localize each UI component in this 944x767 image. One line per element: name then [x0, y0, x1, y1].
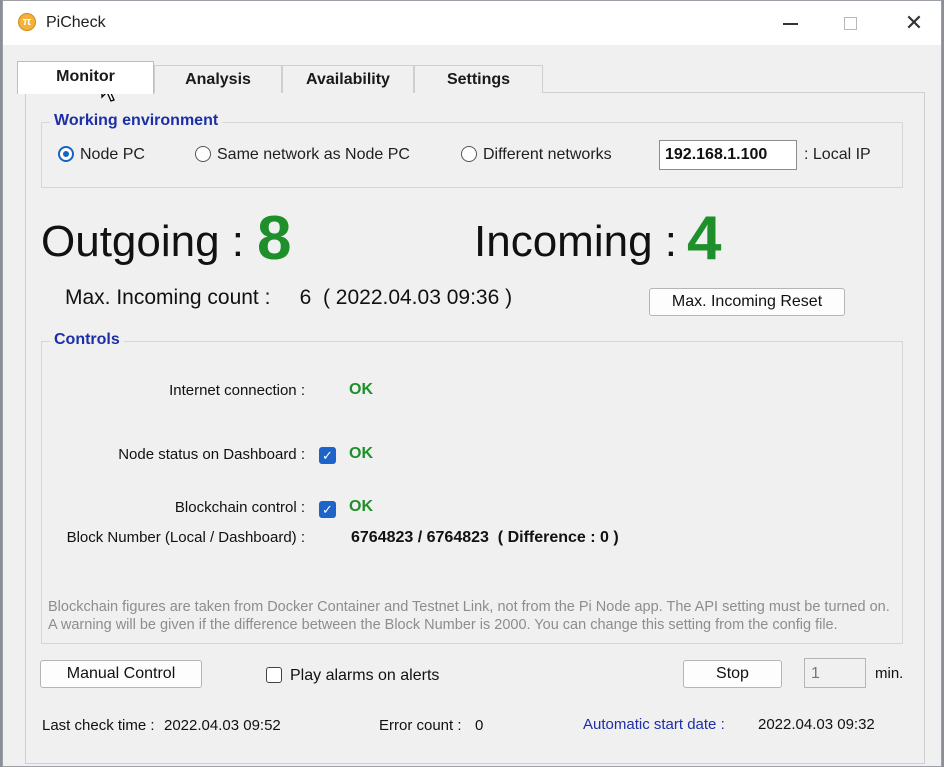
- radio-same-network[interactable]: Same network as Node PC: [195, 146, 410, 164]
- radio-selected-indicator: [58, 146, 74, 162]
- node-status-checkbox[interactable]: ✓: [319, 447, 336, 464]
- node-status-label: Node status on Dashboard :: [118, 446, 305, 463]
- blockchain-control-status: OK: [349, 498, 373, 515]
- window-title: PiCheck: [46, 14, 106, 31]
- error-count-label: Error count :: [379, 717, 462, 734]
- title-bar[interactable]: π PiCheck ✕: [3, 1, 941, 45]
- radio-same-network-label: Same network as Node PC: [217, 146, 410, 163]
- minimize-button[interactable]: [776, 9, 806, 37]
- radio-indicator: [461, 146, 477, 162]
- max-incoming-count-text: Max. Incoming count : 6 ( 2022.04.03 09:…: [65, 286, 513, 309]
- manual-control-button[interactable]: Manual Control: [40, 660, 202, 688]
- local-ip-label: : Local IP: [804, 146, 871, 163]
- internet-connection-label: Internet connection :: [169, 382, 305, 399]
- working-environment-title: Working environment: [50, 112, 223, 130]
- max-incoming-reset-button[interactable]: Max. Incoming Reset: [649, 288, 845, 316]
- incoming-count: 4: [687, 204, 722, 273]
- tab-monitor[interactable]: Monitor: [17, 61, 154, 94]
- tab-settings[interactable]: Settings: [414, 65, 543, 93]
- internet-connection-status: OK: [349, 381, 373, 398]
- last-check-value: 2022.04.03 09:52: [164, 717, 281, 734]
- stop-button[interactable]: Stop: [683, 660, 782, 688]
- tab-availability[interactable]: Availability: [282, 65, 414, 93]
- outgoing-count: 8: [257, 204, 292, 273]
- block-number-label: Block Number (Local / Dashboard) :: [66, 529, 305, 546]
- tab-analysis[interactable]: Analysis: [154, 65, 282, 93]
- interval-unit-label: min.: [875, 665, 904, 682]
- node-status-value: OK: [349, 445, 373, 462]
- maximize-button[interactable]: [835, 9, 865, 37]
- play-alarms-label: Play alarms on alerts: [290, 667, 440, 684]
- radio-different-networks-label: Different networks: [483, 146, 612, 163]
- last-check-label: Last check time :: [42, 717, 155, 734]
- play-alarms-checkbox[interactable]: [266, 667, 282, 683]
- pi-app-icon: π: [18, 13, 36, 31]
- picheck-window: π PiCheck ✕ Monitor Analysis Availabilit…: [2, 0, 942, 767]
- blockchain-control-label: Blockchain control :: [174, 499, 305, 516]
- check-interval-input[interactable]: 1: [804, 658, 866, 688]
- info-note-line-2: A warning will be given if the differenc…: [48, 617, 838, 633]
- block-number-value: 6764823 / 6764823 ( Difference : 0 ): [351, 529, 619, 546]
- local-ip-input[interactable]: 192.168.1.100: [659, 140, 797, 170]
- radio-node-pc[interactable]: Node PC: [58, 146, 145, 164]
- error-count-value: 0: [475, 717, 484, 734]
- incoming-label: Incoming :: [474, 217, 677, 266]
- blockchain-control-checkbox[interactable]: ✓: [319, 501, 336, 518]
- close-button[interactable]: ✕: [899, 9, 929, 37]
- outgoing-label: Outgoing :: [41, 217, 245, 266]
- radio-indicator: [195, 146, 211, 162]
- radio-different-networks[interactable]: Different networks: [461, 146, 612, 164]
- radio-node-pc-label: Node PC: [80, 146, 145, 163]
- automatic-start-label: Automatic start date :: [583, 716, 725, 733]
- info-note-line-1: Blockchain figures are taken from Docker…: [48, 599, 890, 615]
- automatic-start-value: 2022.04.03 09:32: [758, 716, 875, 733]
- controls-title: Controls: [50, 331, 124, 349]
